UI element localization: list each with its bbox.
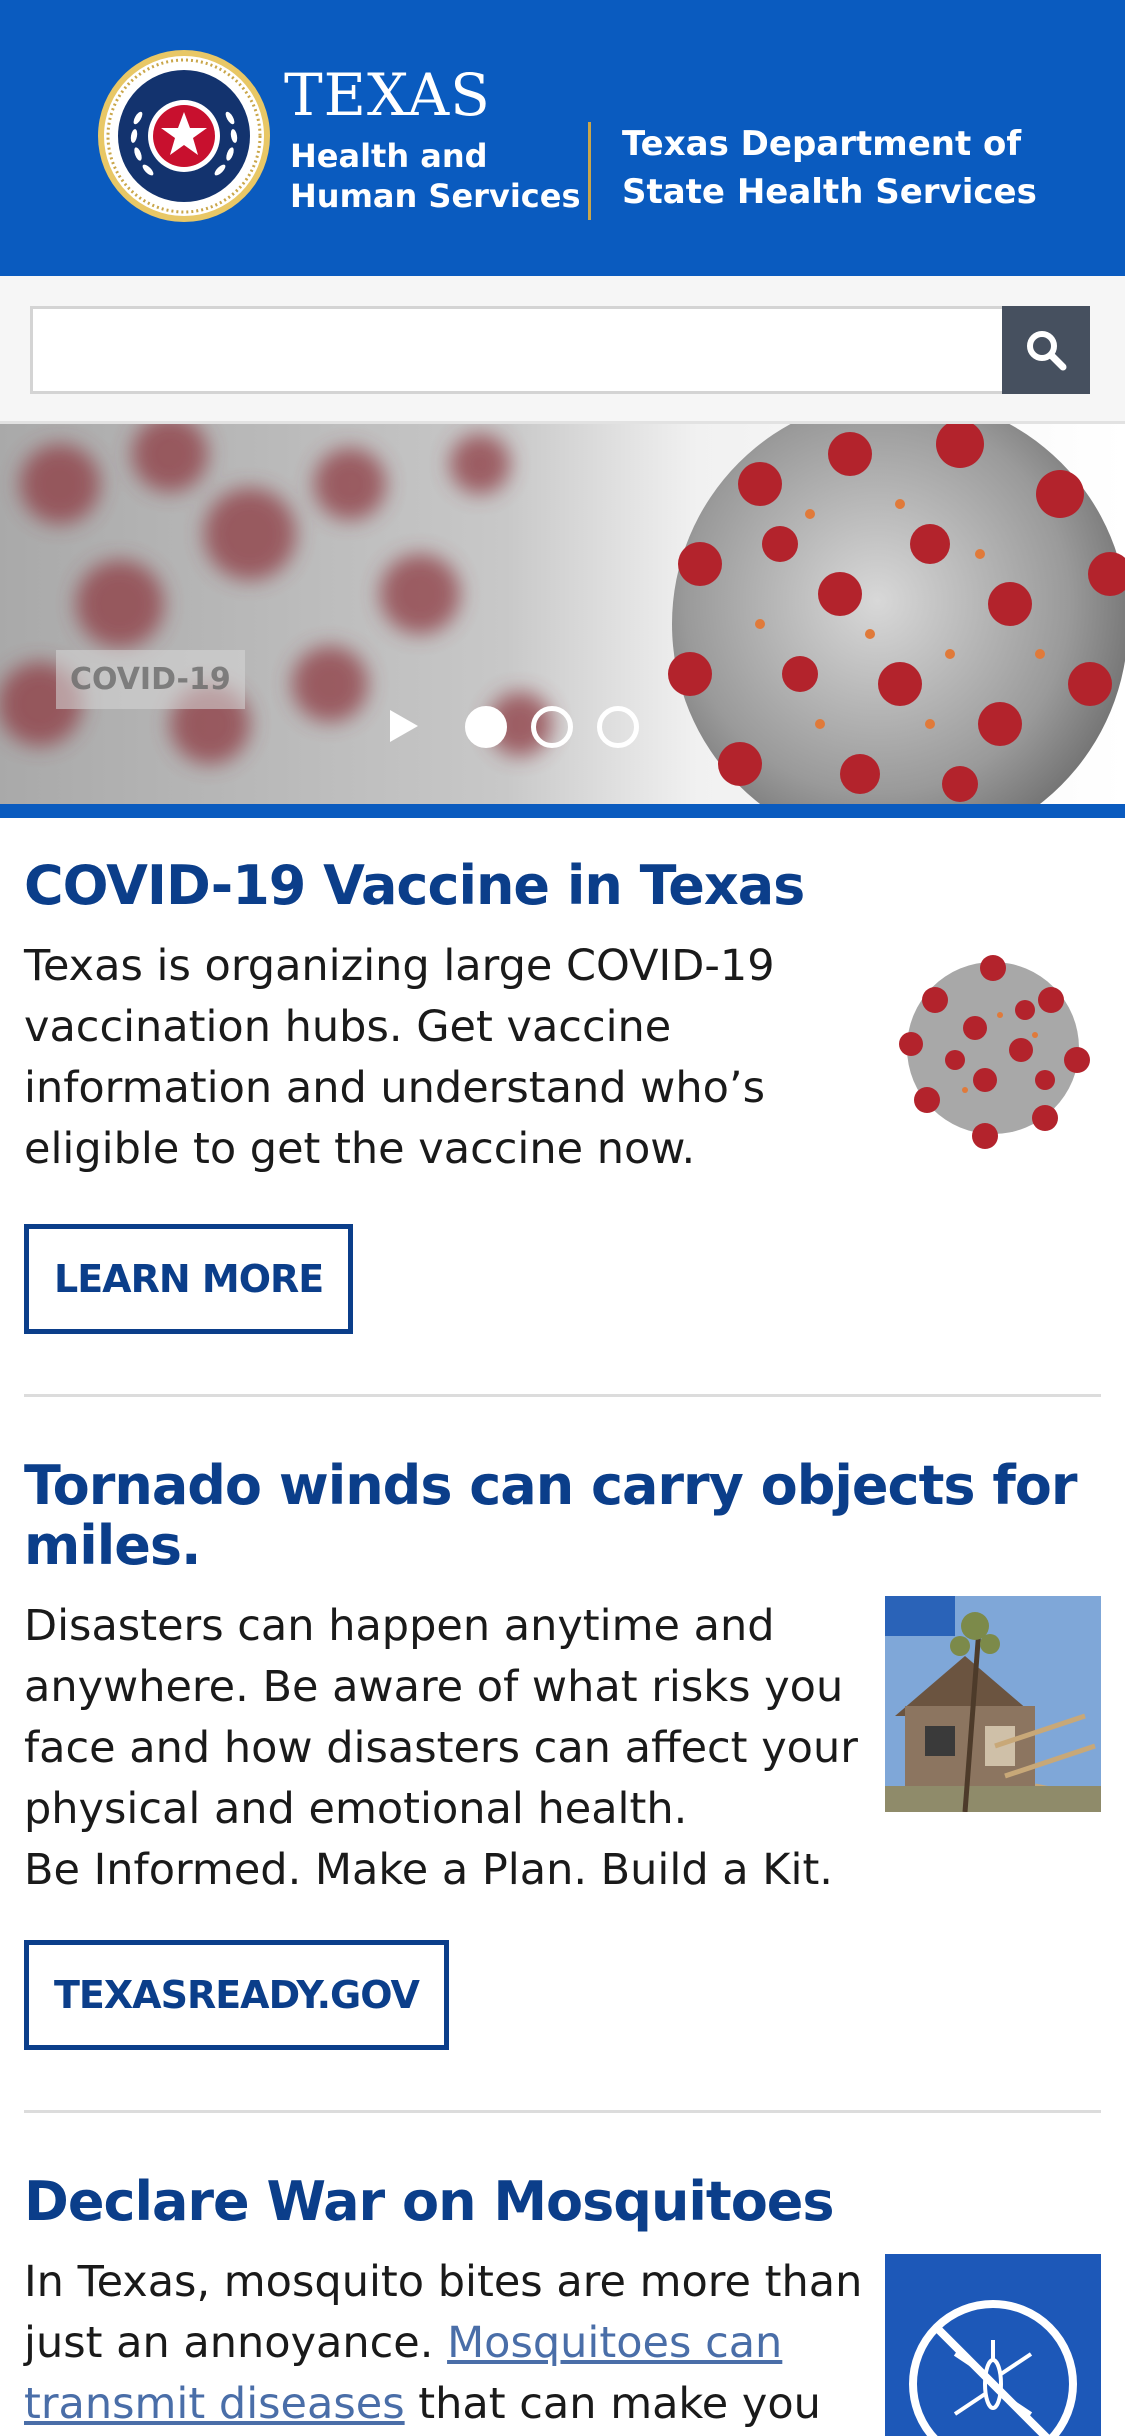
carousel-dot-3[interactable] xyxy=(597,706,639,748)
article-body: Texas is organizing large COVID-19 vacci… xyxy=(24,941,775,1174)
carousel-dot-2[interactable] xyxy=(531,706,573,748)
article-mosquitoes: Declare War on Mosquitoes In Texas, mosq… xyxy=(24,2172,1101,2436)
no-mosquito-icon xyxy=(885,2254,1101,2436)
article-body: Disasters can happen anytime and anywher… xyxy=(24,1601,858,1834)
logo-dshs-wordmark[interactable]: Texas Department of State Health Service… xyxy=(622,120,1082,216)
texas-hhs-seal-logo[interactable] xyxy=(96,48,272,224)
article-covid-vaccine: COVID-19 Vaccine in Texas Texas is organ… xyxy=(24,856,1101,1356)
article-title[interactable]: Tornado winds can carry objects for mile… xyxy=(24,1456,1101,1576)
tornado-damage-thumbnail xyxy=(885,1596,1101,1812)
section-divider xyxy=(24,1394,1101,1397)
hero-carousel[interactable]: COVID-19 xyxy=(0,424,1125,804)
learn-more-button[interactable]: LEARN MORE xyxy=(24,1224,354,1334)
search-button[interactable] xyxy=(1002,306,1090,394)
logo-hhs-wordmark: Health and Human Services xyxy=(290,137,581,215)
search-icon xyxy=(1027,331,1067,371)
texasready-button[interactable]: TEXASREADY.GOV xyxy=(24,1940,449,2050)
article-body-tagline: Be Informed. Make a Plan. Build a Kit. xyxy=(24,1845,833,1895)
carousel-caption[interactable]: COVID-19 xyxy=(56,650,245,709)
article-tornado: Tornado winds can carry objects for mile… xyxy=(24,1456,1101,2056)
site-header: TEXAS Health and Human Services Texas De… xyxy=(0,0,1125,276)
play-icon[interactable] xyxy=(386,706,422,746)
carousel-dot-1[interactable] xyxy=(465,706,507,748)
section-divider xyxy=(24,2110,1101,2113)
article-title[interactable]: Declare War on Mosquitoes xyxy=(24,2172,1101,2232)
search-input[interactable] xyxy=(30,306,1005,394)
logo-divider xyxy=(588,122,591,220)
article-title[interactable]: COVID-19 Vaccine in Texas xyxy=(24,856,1101,916)
carousel-bottom-bar xyxy=(0,804,1125,818)
logo-texas-wordmark: TEXAS xyxy=(284,61,491,129)
search-bar xyxy=(0,276,1125,424)
article-body: In Texas, mosquito bites are more than j… xyxy=(24,2252,864,2436)
coronavirus-hero-image xyxy=(0,424,1125,804)
coronavirus-thumbnail xyxy=(885,940,1101,1156)
